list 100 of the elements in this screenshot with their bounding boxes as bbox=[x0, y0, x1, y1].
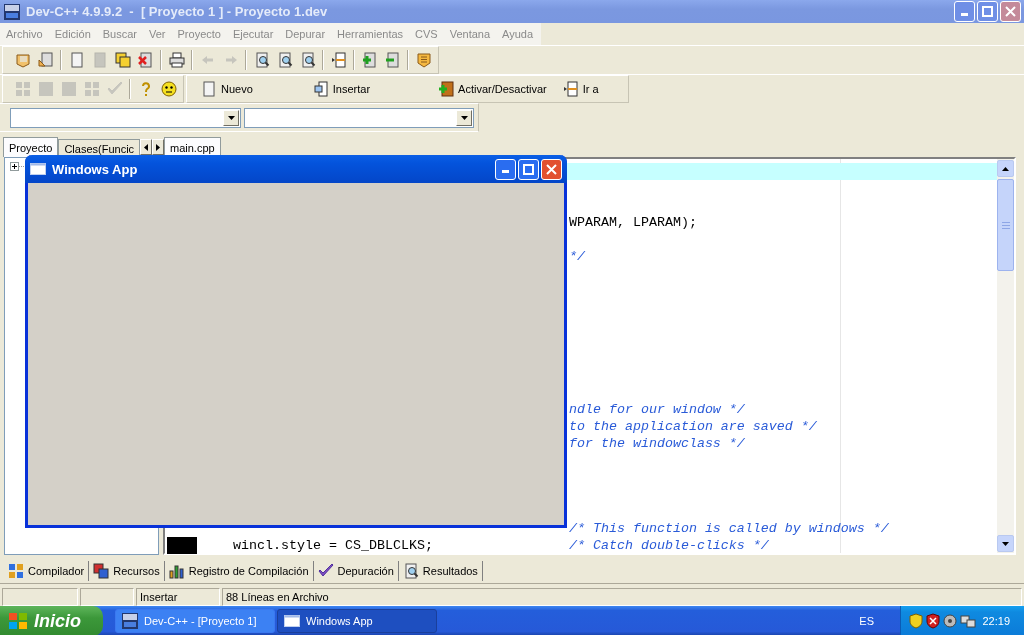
window-title: Windows App bbox=[52, 161, 139, 177]
page-icon bbox=[91, 52, 108, 68]
square-icon bbox=[37, 81, 54, 97]
toolbar-button[interactable]: Activar/Desactivar bbox=[432, 78, 553, 100]
search-icon bbox=[276, 52, 293, 68]
project-icon bbox=[14, 52, 31, 68]
scroll-right-button[interactable] bbox=[152, 139, 164, 155]
maximize-button[interactable] bbox=[977, 1, 998, 22]
taskbar-button[interactable]: Dev-C++ - [Proyecto 1] bbox=[115, 609, 275, 633]
goto-line-icon bbox=[330, 52, 347, 68]
window-title: Dev-C++ 4.9.9.2 - [ Proyecto 1 ] - Proyecto 1.dev bbox=[26, 4, 329, 19]
grid-icon bbox=[83, 81, 100, 97]
code-text: wincl.style = CS_DBLCLKS; bbox=[232, 538, 433, 553]
grip-icon bbox=[1001, 221, 1010, 229]
menu-item[interactable]: Ejecutar bbox=[226, 28, 280, 40]
toggle-icon bbox=[438, 81, 455, 97]
scroll-left-button[interactable] bbox=[140, 139, 153, 155]
clock: 22:19 bbox=[982, 615, 1010, 627]
menu-item[interactable]: Depurar bbox=[279, 28, 332, 40]
app-logo-icon bbox=[4, 3, 20, 20]
status-cell: Insertar bbox=[136, 588, 220, 606]
window-icon bbox=[284, 615, 300, 627]
scroll-thumb[interactable] bbox=[997, 179, 1014, 271]
code-comment: to the application are saved */ bbox=[568, 419, 817, 434]
toolbar-button[interactable]: Ir a bbox=[556, 78, 605, 100]
floppy-icon bbox=[114, 52, 131, 68]
grid-icon bbox=[14, 81, 31, 97]
menu-item[interactable]: Ayuda bbox=[496, 28, 540, 40]
grid-icon bbox=[8, 563, 24, 579]
search-icon bbox=[402, 563, 419, 579]
menu-item[interactable]: Ventana bbox=[443, 28, 497, 40]
tab-label: Depuración bbox=[337, 565, 394, 577]
language-indicator[interactable]: ES bbox=[859, 615, 874, 627]
down-arrow-icon bbox=[1002, 541, 1009, 546]
add-page-icon bbox=[361, 52, 378, 68]
panel-tab[interactable]: Proyecto bbox=[3, 137, 59, 157]
page-icon bbox=[37, 52, 54, 68]
app-logo-icon bbox=[122, 613, 138, 629]
close-page-icon bbox=[137, 52, 154, 68]
status-cell: 88 Líneas en Archivo bbox=[222, 588, 1022, 606]
code-comment: ndle for our window */ bbox=[568, 402, 745, 417]
editor-tab[interactable]: main.cpp bbox=[164, 137, 221, 157]
search-icon bbox=[299, 52, 316, 68]
up-arrow-icon bbox=[1002, 166, 1009, 171]
checkmark-icon bbox=[106, 81, 123, 97]
output-tab[interactable]: Resultados bbox=[398, 561, 483, 581]
output-tab[interactable]: Compilador bbox=[4, 561, 90, 581]
shield-icon[interactable] bbox=[926, 613, 940, 629]
menu-item[interactable]: Archivo bbox=[0, 28, 49, 40]
code-comment: for the windowclass */ bbox=[568, 436, 745, 451]
menu-item[interactable]: Buscar bbox=[96, 28, 143, 40]
window-icon bbox=[30, 163, 46, 175]
scroll-up-button[interactable] bbox=[997, 160, 1014, 177]
minimize-button[interactable] bbox=[495, 158, 516, 180]
close-icon bbox=[1005, 6, 1016, 17]
resources-icon bbox=[93, 563, 110, 579]
toolbar-button[interactable]: Nuevo bbox=[195, 78, 259, 100]
dropdown-arrow-icon bbox=[460, 115, 468, 120]
menu-item[interactable]: Ver bbox=[143, 28, 172, 40]
dropdown-arrow-icon bbox=[227, 115, 235, 120]
taskbar-button[interactable]: Windows App bbox=[277, 609, 437, 633]
menu-item[interactable]: CVS bbox=[409, 28, 444, 40]
insert-icon bbox=[312, 81, 329, 97]
class-dropdown[interactable] bbox=[10, 107, 241, 128]
tab-label: Registro de Compilación bbox=[188, 565, 309, 577]
windows-flag-icon bbox=[8, 612, 28, 630]
menu-item[interactable]: Edición bbox=[48, 28, 97, 40]
output-tab[interactable]: Registro de Compilación bbox=[164, 561, 314, 581]
menu-item[interactable]: Proyecto bbox=[171, 28, 227, 40]
network-icon[interactable] bbox=[960, 613, 976, 629]
code-comment: /* Catch double-clicks */ bbox=[568, 538, 769, 553]
expand-icon[interactable] bbox=[10, 162, 24, 171]
maximize-button[interactable] bbox=[518, 158, 539, 180]
tab-label: Resultados bbox=[422, 565, 478, 577]
output-tab[interactable]: Depuración bbox=[313, 561, 399, 581]
scroll-down-button[interactable] bbox=[997, 535, 1014, 552]
speaker-icon[interactable] bbox=[943, 613, 957, 629]
checkmark-icon bbox=[317, 563, 334, 579]
right-arrow-icon bbox=[156, 143, 160, 151]
remove-page-icon bbox=[384, 52, 401, 68]
close-button[interactable] bbox=[541, 158, 562, 180]
maximize-icon bbox=[523, 163, 534, 175]
options-icon bbox=[415, 52, 432, 68]
goto-line-icon bbox=[562, 81, 579, 97]
member-dropdown[interactable] bbox=[244, 107, 474, 128]
printer-icon bbox=[168, 52, 185, 68]
close-button[interactable] bbox=[1000, 1, 1021, 22]
page-icon bbox=[68, 52, 85, 68]
toolbar-button[interactable]: Insertar bbox=[306, 78, 377, 100]
code-comment: */ bbox=[568, 249, 585, 264]
tab-label: Compilador bbox=[28, 565, 85, 577]
start-button[interactable]: Inicio bbox=[0, 606, 103, 635]
minimize-button[interactable] bbox=[954, 1, 975, 22]
code-text: WPARAM, LPARAM); bbox=[568, 215, 697, 230]
scrollbar[interactable] bbox=[997, 159, 1014, 553]
menu-item[interactable]: Herramientas bbox=[331, 28, 410, 40]
code-comment: /* This function is called by windows */ bbox=[568, 521, 889, 536]
output-tab[interactable]: Recursos bbox=[89, 561, 165, 581]
smiley-icon bbox=[160, 81, 177, 97]
bar-chart-icon bbox=[168, 563, 185, 579]
